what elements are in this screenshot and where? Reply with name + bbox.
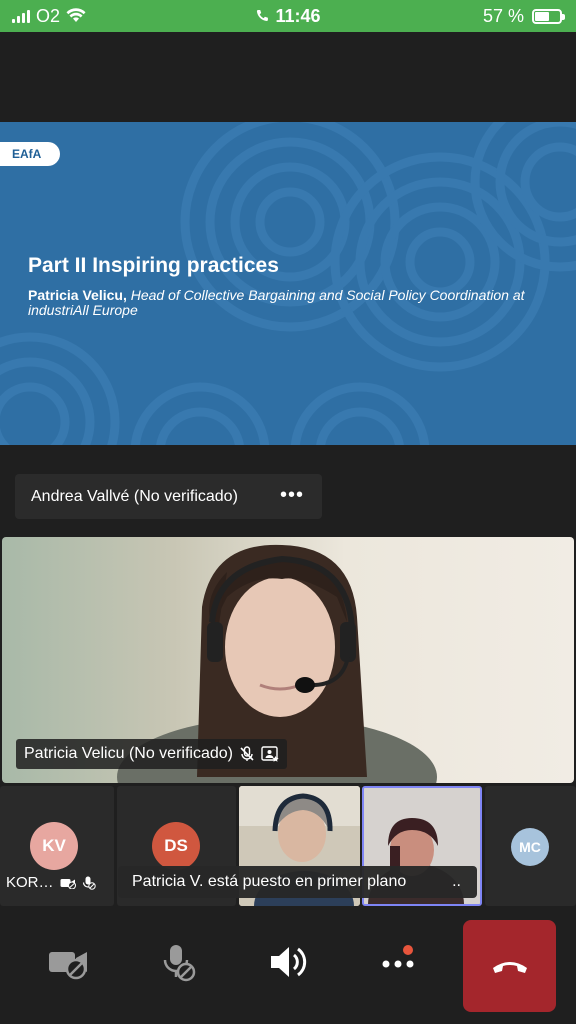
camera-off-icon [60,878,76,889]
slide-subtitle: Patricia Velicu, Head of Collective Barg… [28,288,548,318]
end-call-icon [492,962,527,973]
call-toolbar [0,909,576,1024]
speaker-button[interactable] [253,929,323,995]
status-bar: O2 11:46 57 % [0,0,576,32]
camera-off-icon [49,952,87,980]
toast-more: .. [452,873,461,890]
muted-mic-icon [240,746,254,761]
more-options-button[interactable] [363,929,433,995]
participant-tile-mc[interactable]: MC [485,786,576,906]
participant-name-group: KOR… [6,874,96,891]
status-time: 11:46 [275,6,321,26]
participant-tile-kv[interactable]: KV KOR… [0,786,114,906]
presenter-more-button[interactable]: ••• [280,474,304,519]
phone-icon [257,10,269,22]
mic-off-icon [163,945,196,982]
more-icon [382,960,414,968]
presenter-bar[interactable]: Andrea Vallvé (No verificado) ••• [15,474,322,519]
mic-off-icon [82,876,96,890]
shared-slide[interactable]: EAfA Part II Inspiring practices Patrici… [0,122,576,445]
main-video-label: Patricia Velicu (No verificado) [16,739,287,769]
battery-icon [532,8,565,24]
end-call-button[interactable] [463,920,556,1012]
slide-title: Part II Inspiring practices [28,254,279,277]
eafa-logo: EAfA [0,142,60,166]
slide-background-pattern [0,122,576,445]
presenter-name: Andrea Vallvé (No verificado) [31,487,238,505]
battery-percent: 57 % [482,5,524,26]
avatar: MC [511,828,549,866]
main-video-name: Patricia Velicu (No verificado) [24,745,233,762]
camera-toggle-button[interactable] [33,929,103,995]
status-right: 57 % [482,0,565,32]
participant-name: KOR… [6,874,54,891]
avatar: KV [30,822,78,870]
mic-toggle-button[interactable] [143,929,213,995]
avatar: DS [152,822,200,870]
speaker-icon [271,947,307,977]
notification-dot [403,945,413,955]
toast-text: Patricia V. está puesto en primer plano [132,873,407,890]
spotlight-toast: Patricia V. está puesto en primer plano … [118,866,477,898]
slide-presenter-name: Patricia Velicu, [28,287,127,303]
battery-fill [535,11,549,21]
spotlight-icon [261,746,279,762]
